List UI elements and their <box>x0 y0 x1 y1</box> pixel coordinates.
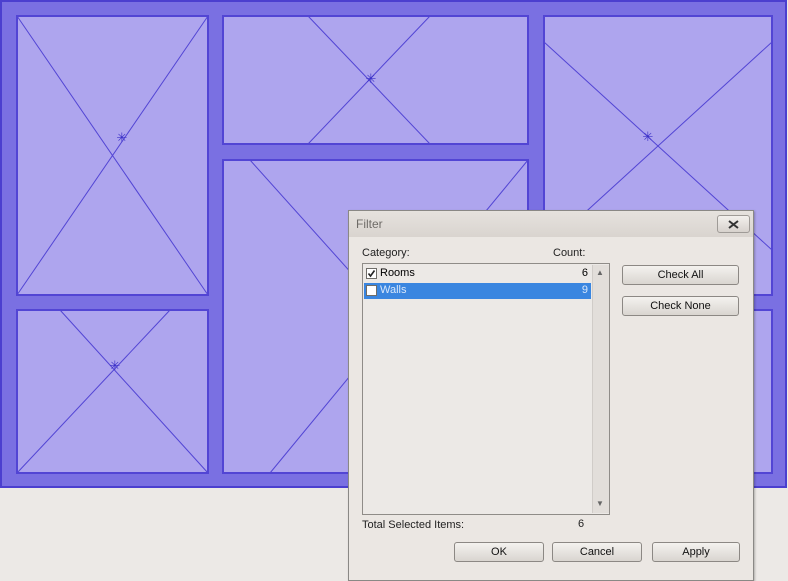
svg-text:✳: ✳ <box>366 72 377 87</box>
rooms-checkbox[interactable] <box>366 268 377 279</box>
check-all-button[interactable]: Check All <box>622 265 739 285</box>
list-scrollbar[interactable]: ▲ ▼ <box>592 265 609 513</box>
dialog-title: Filter <box>356 217 383 231</box>
list-item-count: 6 <box>581 267 588 279</box>
category-list[interactable]: Rooms 6 Walls 9 ▲ ▼ <box>362 263 610 515</box>
checkmark-icon <box>367 270 376 278</box>
svg-text:✳: ✳ <box>643 130 654 145</box>
list-item-count: 9 <box>581 284 588 296</box>
list-item-name: Rooms <box>380 267 415 279</box>
cancel-button[interactable]: Cancel <box>552 542 642 562</box>
dialog-titlebar[interactable]: Filter <box>349 211 753 237</box>
count-header: Count: <box>553 247 586 259</box>
list-item-rooms[interactable]: Rooms 6 <box>364 266 591 282</box>
list-item-name: Walls <box>380 284 407 296</box>
filter-dialog: Filter Category: Count: Rooms 6 Walls 9 … <box>348 210 754 581</box>
list-item-walls[interactable]: Walls 9 <box>364 283 591 299</box>
category-header: Category: <box>362 247 410 259</box>
walls-checkbox[interactable] <box>366 285 377 296</box>
close-button[interactable] <box>717 215 750 233</box>
apply-button[interactable]: Apply <box>652 542 740 562</box>
room-bottom-left[interactable]: ✳ <box>16 309 209 474</box>
total-selected-value: 6 <box>578 518 585 530</box>
ok-button[interactable]: OK <box>454 542 544 562</box>
svg-text:✳: ✳ <box>117 131 128 146</box>
room-top-left[interactable]: ✳ <box>16 15 209 296</box>
check-none-button[interactable]: Check None <box>622 296 739 316</box>
total-selected-label: Total Selected Items: <box>362 519 465 531</box>
svg-text:✳: ✳ <box>110 359 121 374</box>
close-x-icon <box>728 219 739 229</box>
room-top-center[interactable]: ✳ <box>222 15 529 145</box>
scroll-down-arrow-icon[interactable]: ▼ <box>596 499 604 508</box>
scroll-up-arrow-icon[interactable]: ▲ <box>596 268 604 277</box>
